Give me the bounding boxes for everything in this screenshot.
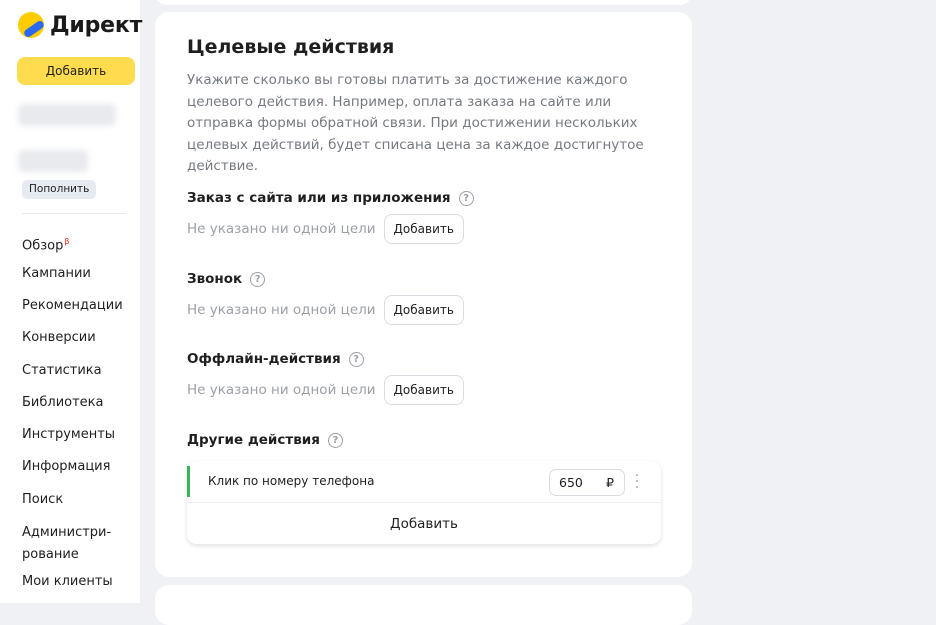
sidebar-item-tools[interactable]: Инструменты [22,425,115,445]
next-card [155,585,692,625]
section-title-text: Другие действия [187,432,320,448]
section-title-text: Звонок [187,271,243,287]
more-options-icon[interactable]: · · · [632,469,642,495]
section-title-offline: Оффлайн-действия ? [187,351,364,367]
previous-card [155,0,692,5]
section-title-site-order: Заказ с сайта или из приложения ? [187,190,474,206]
logo-text: Директ [50,12,143,38]
sidebar-item-label: Обзор [22,238,64,254]
sidebar-item-information[interactable]: Информация [22,457,110,477]
sidebar-item-overview[interactable]: Обзорβ [22,232,69,256]
empty-goal-text: Не указано ни одной цели [187,302,376,318]
sidebar-item-recommendations[interactable]: Рекомендации [22,296,123,316]
call-row: Не указано ни одной цели Добавить [187,295,464,325]
add-call-button[interactable]: Добавить [383,295,464,325]
price-input[interactable]: 650 ₽ [549,469,625,496]
page-title: Целевые действия [187,36,395,58]
sidebar-item-conversions[interactable]: Конверсии [22,328,96,348]
section-title-call: Звонок ? [187,271,266,287]
yandex-logo-icon [18,12,44,38]
empty-goal-text: Не указано ни одной цели [187,221,376,237]
target-actions-card: Целевые действия Укажите сколько вы гото… [155,12,692,577]
sidebar-item-campaigns[interactable]: Кампании [22,264,91,284]
help-icon[interactable]: ? [327,432,343,448]
logo[interactable]: Директ [18,10,142,40]
other-actions-box: Клик по номеру телефона 650 ₽ · · · Добави… [187,461,661,544]
sidebar: Директ Добавить Пополнить Обзорβ Кампани… [0,0,142,603]
sidebar-divider [22,213,126,214]
offline-row: Не указано ни одной цели Добавить [187,375,464,405]
action-row: Клик по номеру телефона 650 ₽ · · · [187,461,661,503]
account-balance-blurred [18,150,88,172]
price-value: 650 [559,475,583,490]
topup-button[interactable]: Пополнить [22,180,97,199]
section-title-other: Другие действия ? [187,432,343,448]
sidebar-item-statistics[interactable]: Статистика [22,361,102,381]
help-icon[interactable]: ? [250,271,266,287]
active-indicator [187,466,190,497]
add-other-action-button[interactable]: Добавить [187,503,661,544]
currency-icon: ₽ [606,475,614,490]
sidebar-item-library[interactable]: Библиотека [22,393,104,413]
add-site-order-button[interactable]: Добавить [383,214,464,244]
help-icon[interactable]: ? [348,351,364,367]
section-title-text: Оффлайн-действия [187,351,341,367]
site-order-row: Не указано ни одной цели Добавить [187,214,464,244]
section-title-text: Заказ с сайта или из приложения [187,190,451,206]
description: Укажите сколько вы готовы платить за дос… [187,72,644,174]
beta-badge: β [64,237,70,246]
empty-goal-text: Не указано ни одной цели [187,382,376,398]
sidebar-item-administration[interactable]: Администри- рование [22,522,111,566]
add-button[interactable]: Добавить [17,57,135,85]
account-login-blurred [18,104,116,126]
add-offline-button[interactable]: Добавить [383,375,464,405]
action-label: Клик по номеру телефона [208,474,375,488]
sidebar-item-search[interactable]: Поиск [22,490,63,510]
help-icon[interactable]: ? [458,190,474,206]
sidebar-item-my-clients[interactable]: Мои клиенты [22,572,113,592]
